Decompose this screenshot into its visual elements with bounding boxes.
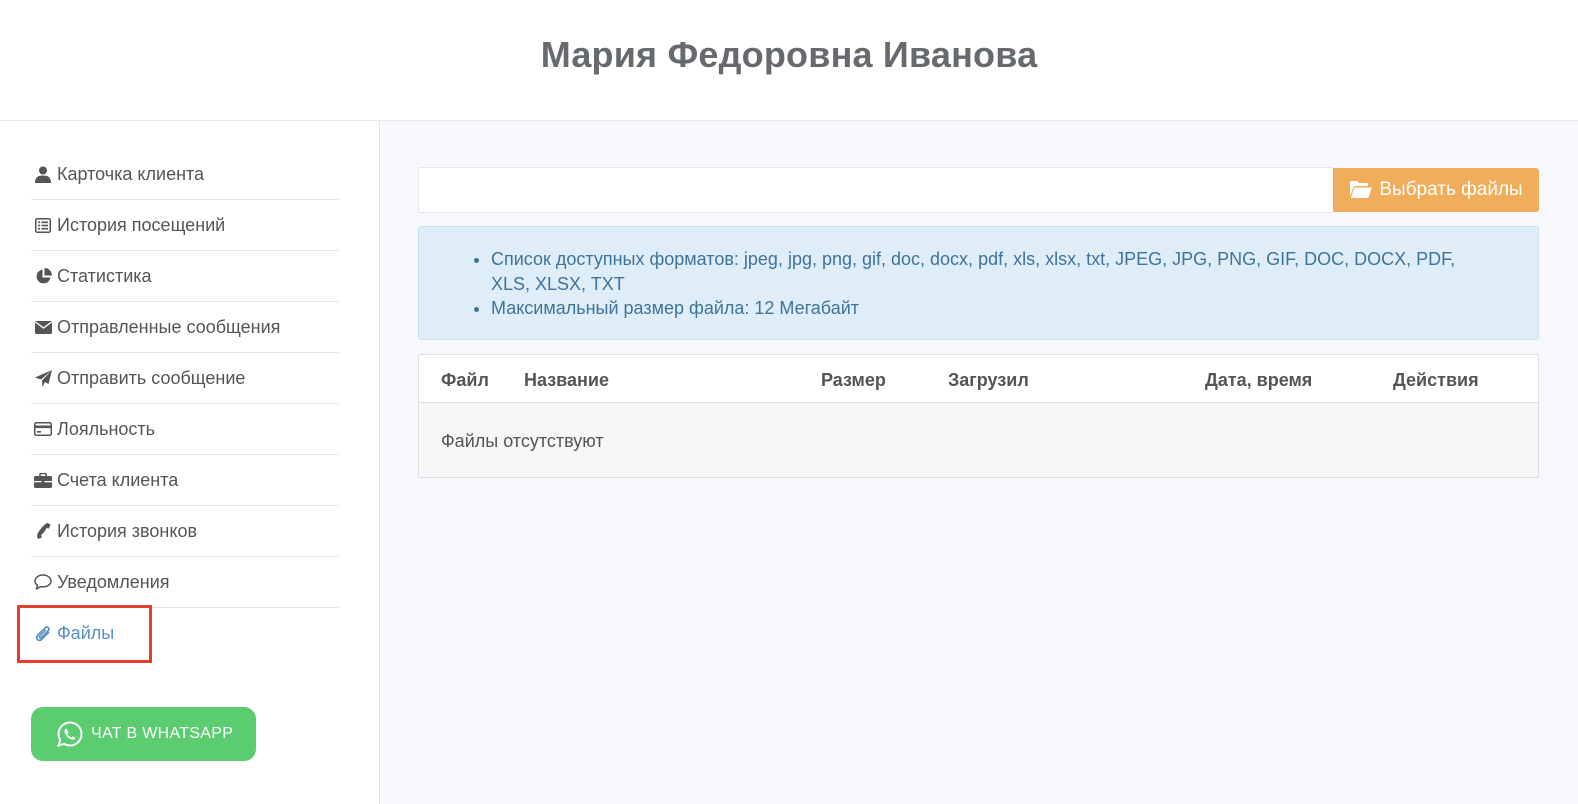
sidebar-item-label: История звонков [57, 520, 198, 541]
sidebar-nav: Карточка клиента История посещений Стати… [31, 149, 339, 659]
sidebar-item-label: История посещений [57, 214, 226, 235]
column-header-actions: Действия [1393, 370, 1479, 390]
sidebar-item-statistics[interactable]: Статистика [31, 251, 339, 302]
sidebar-item-client-accounts[interactable]: Счета клиента [31, 455, 339, 506]
folder-open-icon [1349, 180, 1373, 200]
sidebar-item-call-history[interactable]: История звонков [31, 506, 339, 557]
whatsapp-chat-button[interactable]: ЧАТ В WHATSAPP [31, 707, 256, 761]
paper-plane-icon [33, 368, 53, 388]
sidebar-item-client-card[interactable]: Карточка клиента [31, 149, 339, 200]
sidebar-item-files[interactable]: Файлы [31, 608, 339, 659]
sidebar-item-label: Отправленные сообщения [57, 316, 281, 337]
user-icon [33, 164, 53, 184]
envelope-icon [33, 317, 53, 337]
files-table: Файл Название Размер Загрузил Дата, врем… [418, 354, 1539, 478]
column-header-file: Файл [441, 370, 489, 390]
paperclip-icon [33, 624, 53, 644]
whatsapp-icon [57, 721, 83, 747]
pie-chart-icon [33, 266, 53, 286]
page-title: Мария Федоровна Иванова [540, 34, 1038, 75]
max-file-size-text: Максимальный размер файла: 12 Мегабайт [491, 296, 1498, 321]
table-empty-message: Файлы отсутствуют [441, 431, 604, 451]
file-name-input[interactable] [418, 167, 1333, 213]
sidebar-item-label: Карточка клиента [57, 163, 205, 184]
phone-icon [33, 521, 53, 541]
sidebar: Карточка клиента История посещений Стати… [0, 121, 380, 804]
sidebar-item-label: Уведомления [57, 571, 170, 592]
sidebar-item-sent-messages[interactable]: Отправленные сообщения [31, 302, 339, 353]
sidebar-item-visit-history[interactable]: История посещений [31, 200, 339, 251]
sidebar-item-label: Счета клиента [57, 469, 179, 490]
column-header-uploaded-by: Загрузил [948, 370, 1029, 390]
sidebar-item-label: Файлы [57, 623, 115, 643]
column-header-name: Название [524, 370, 609, 390]
list-icon [33, 215, 53, 235]
main-content: Выбрать файлы Список доступных форматов:… [381, 121, 1578, 804]
column-header-datetime: Дата, время [1205, 370, 1313, 390]
briefcase-icon [33, 470, 53, 490]
sidebar-item-label: Лояльность [57, 418, 156, 439]
sidebar-item-label: Отправить сообщение [57, 367, 246, 388]
choose-files-label: Выбрать файлы [1379, 179, 1523, 200]
table-header: Файл Название Размер Загрузил Дата, врем… [419, 355, 1538, 403]
sidebar-item-label: Статистика [57, 265, 152, 286]
whatsapp-label: ЧАТ В WHATSAPP [91, 725, 234, 742]
upload-info-list: Список доступных форматов: jpeg, jpg, pn… [491, 247, 1498, 321]
allowed-formats-text: Список доступных форматов: jpeg, jpg, pn… [491, 247, 1498, 296]
page-header: Мария Федоровна Иванова [0, 0, 1578, 121]
credit-card-icon [33, 419, 53, 439]
column-header-size: Размер [821, 370, 886, 390]
comment-icon [33, 572, 53, 592]
file-upload-row: Выбрать файлы [418, 167, 1539, 213]
sidebar-item-send-message[interactable]: Отправить сообщение [31, 353, 339, 404]
upload-info-box: Список доступных форматов: jpeg, jpg, pn… [418, 226, 1539, 340]
sidebar-item-notifications[interactable]: Уведомления [31, 557, 339, 608]
choose-files-button[interactable]: Выбрать файлы [1333, 168, 1539, 212]
sidebar-item-loyalty[interactable]: Лояльность [31, 404, 339, 455]
